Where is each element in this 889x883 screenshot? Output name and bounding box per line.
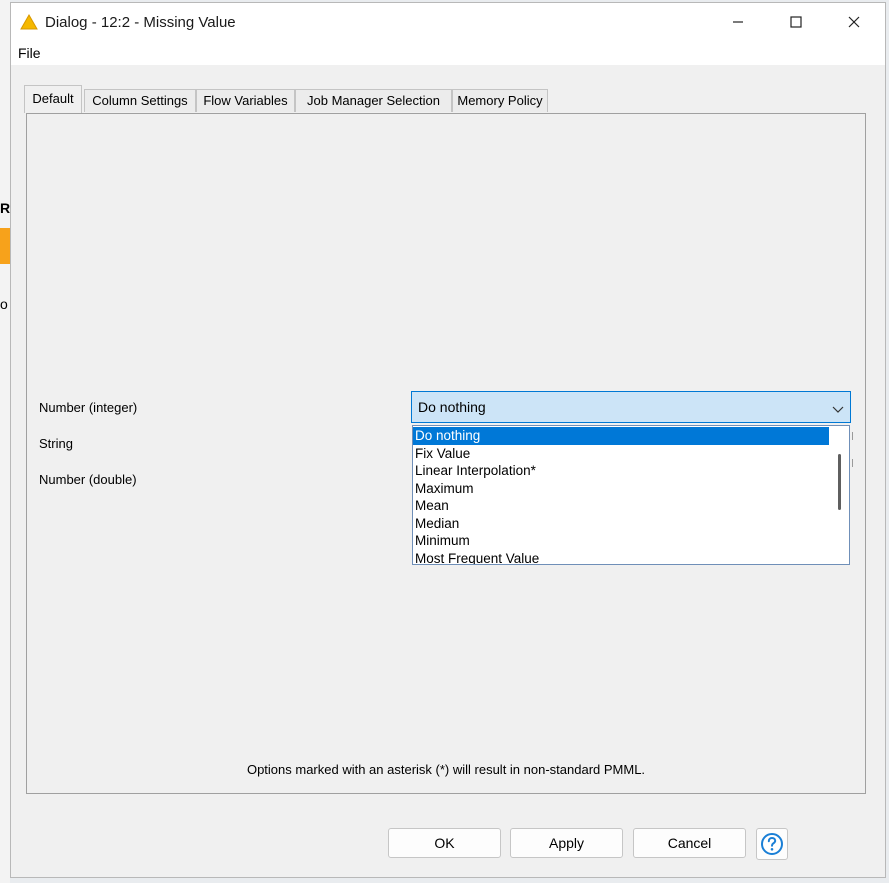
minimize-icon bbox=[733, 21, 743, 23]
cancel-button[interactable]: Cancel bbox=[633, 828, 746, 858]
chevron-down-icon bbox=[832, 402, 844, 417]
dialog-window: Dialog - 12:2 - Missing Value File Defau… bbox=[10, 2, 886, 878]
number-double-label: Number (double) bbox=[39, 472, 137, 487]
warning-triangle-icon bbox=[20, 13, 38, 33]
ok-button[interactable]: OK bbox=[388, 828, 501, 858]
combo-dropdown-list[interactable]: Do nothing Fix Value Linear Interpolatio… bbox=[412, 425, 850, 565]
background-fragment: R bbox=[0, 200, 11, 216]
number-integer-combo[interactable]: Do nothing bbox=[411, 391, 851, 423]
maximize-button[interactable] bbox=[767, 3, 825, 41]
close-button[interactable] bbox=[825, 3, 883, 41]
window-title: Dialog - 12:2 - Missing Value bbox=[45, 14, 236, 31]
help-icon bbox=[761, 833, 783, 855]
maximize-icon bbox=[790, 16, 802, 28]
title-bar: Dialog - 12:2 - Missing Value bbox=[11, 3, 885, 41]
menu-file[interactable]: File bbox=[18, 45, 41, 61]
combo-selected-value: Do nothing bbox=[418, 399, 486, 415]
menu-bar: File bbox=[11, 41, 885, 65]
tab-default[interactable]: Default bbox=[24, 85, 82, 113]
apply-button[interactable]: Apply bbox=[510, 828, 623, 858]
background-node-icon bbox=[0, 228, 10, 264]
background-workbench: R o bbox=[0, 0, 10, 883]
close-icon bbox=[848, 16, 860, 28]
minimize-button[interactable] bbox=[709, 3, 767, 41]
option-mean[interactable]: Mean bbox=[413, 497, 829, 515]
option-do-nothing[interactable]: Do nothing bbox=[413, 427, 829, 445]
help-button[interactable] bbox=[756, 828, 788, 860]
pmml-footnote: Options marked with an asterisk (*) will… bbox=[246, 762, 646, 777]
tab-flow-variables[interactable]: Flow Variables bbox=[196, 89, 295, 112]
number-integer-label: Number (integer) bbox=[39, 400, 138, 415]
tab-column-settings[interactable]: Column Settings bbox=[84, 89, 196, 112]
option-most-frequent-value[interactable]: Most Frequent Value bbox=[413, 550, 829, 565]
dropdown-scrollbar[interactable] bbox=[838, 454, 841, 510]
default-tab-panel: Number (integer) String Number (double) … bbox=[26, 113, 866, 794]
tab-memory-policy[interactable]: Memory Policy bbox=[452, 89, 548, 112]
option-maximum[interactable]: Maximum bbox=[413, 480, 829, 498]
background-fragment: o bbox=[0, 296, 8, 312]
option-minimum[interactable]: Minimum bbox=[413, 532, 829, 550]
string-label: String bbox=[39, 436, 73, 451]
option-fix-value[interactable]: Fix Value bbox=[413, 445, 829, 463]
option-median[interactable]: Median bbox=[413, 515, 829, 533]
tab-job-manager-selection[interactable]: Job Manager Selection bbox=[295, 89, 452, 112]
option-linear-interpolation[interactable]: Linear Interpolation* bbox=[413, 462, 829, 480]
